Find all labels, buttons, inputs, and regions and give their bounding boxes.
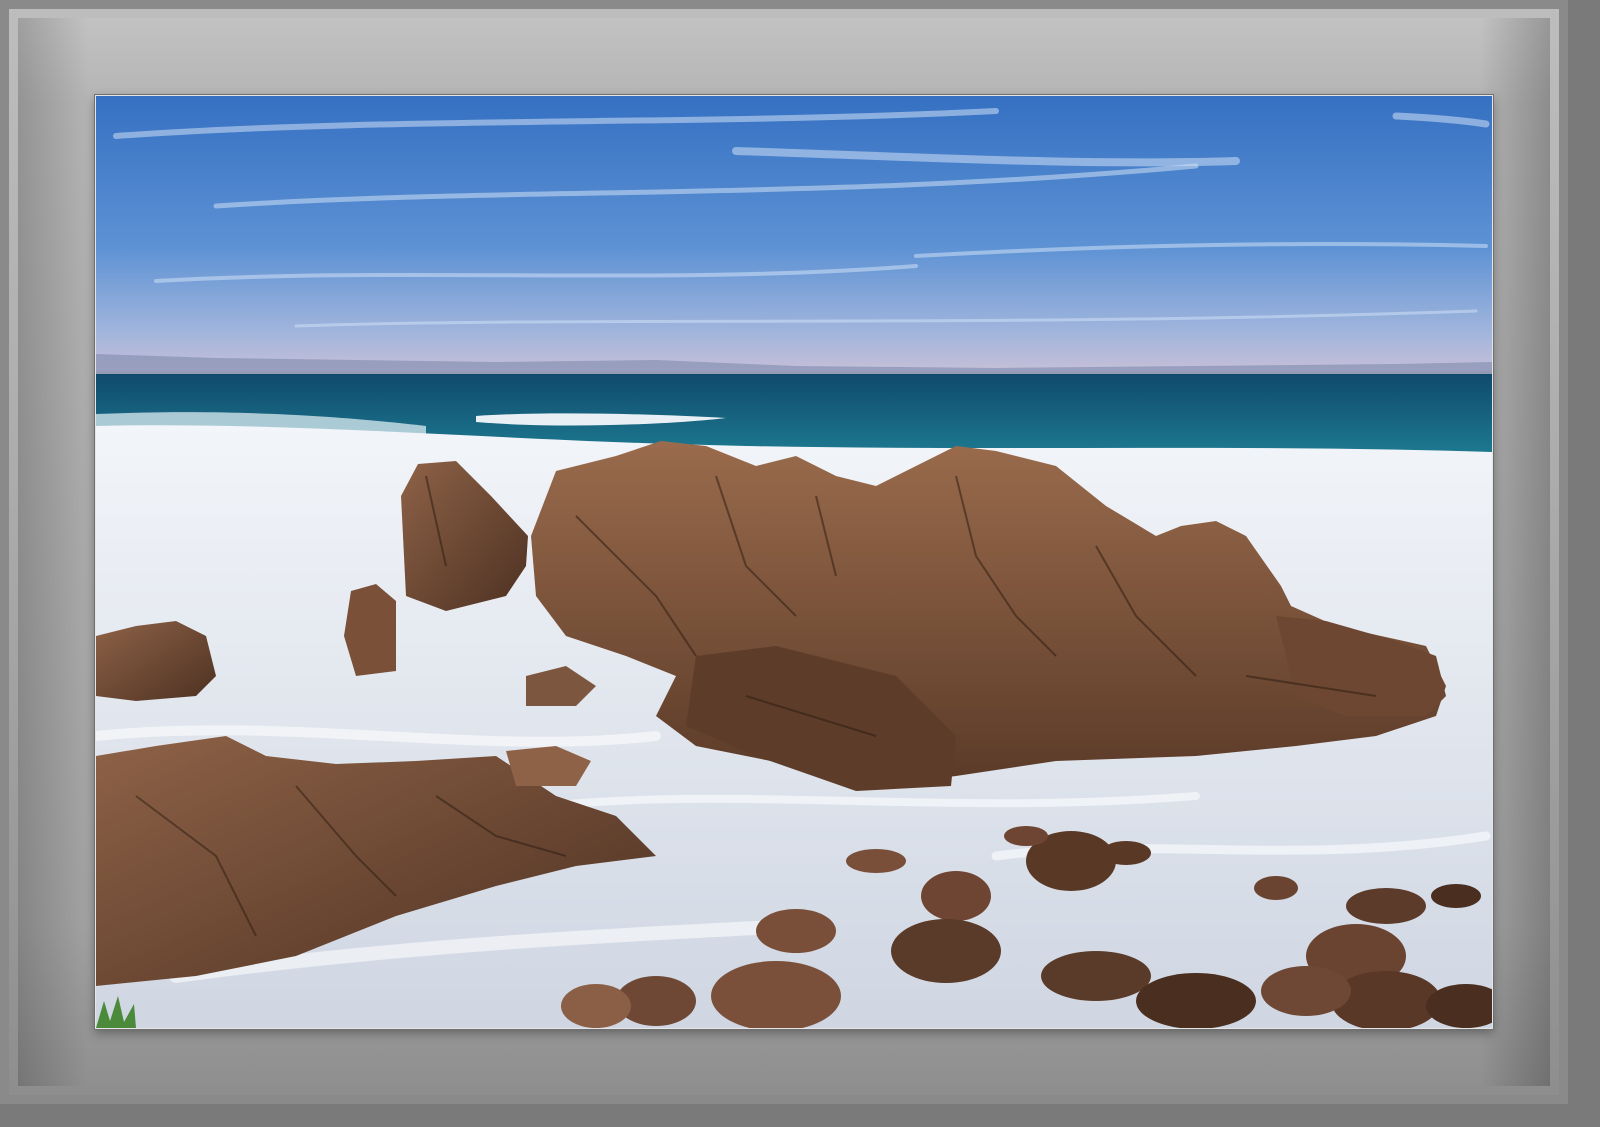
sky: [96, 96, 1492, 371]
seascape-photo: [96, 96, 1492, 1028]
picture-frame: [0, 0, 1568, 1104]
photo: [95, 95, 1493, 1029]
